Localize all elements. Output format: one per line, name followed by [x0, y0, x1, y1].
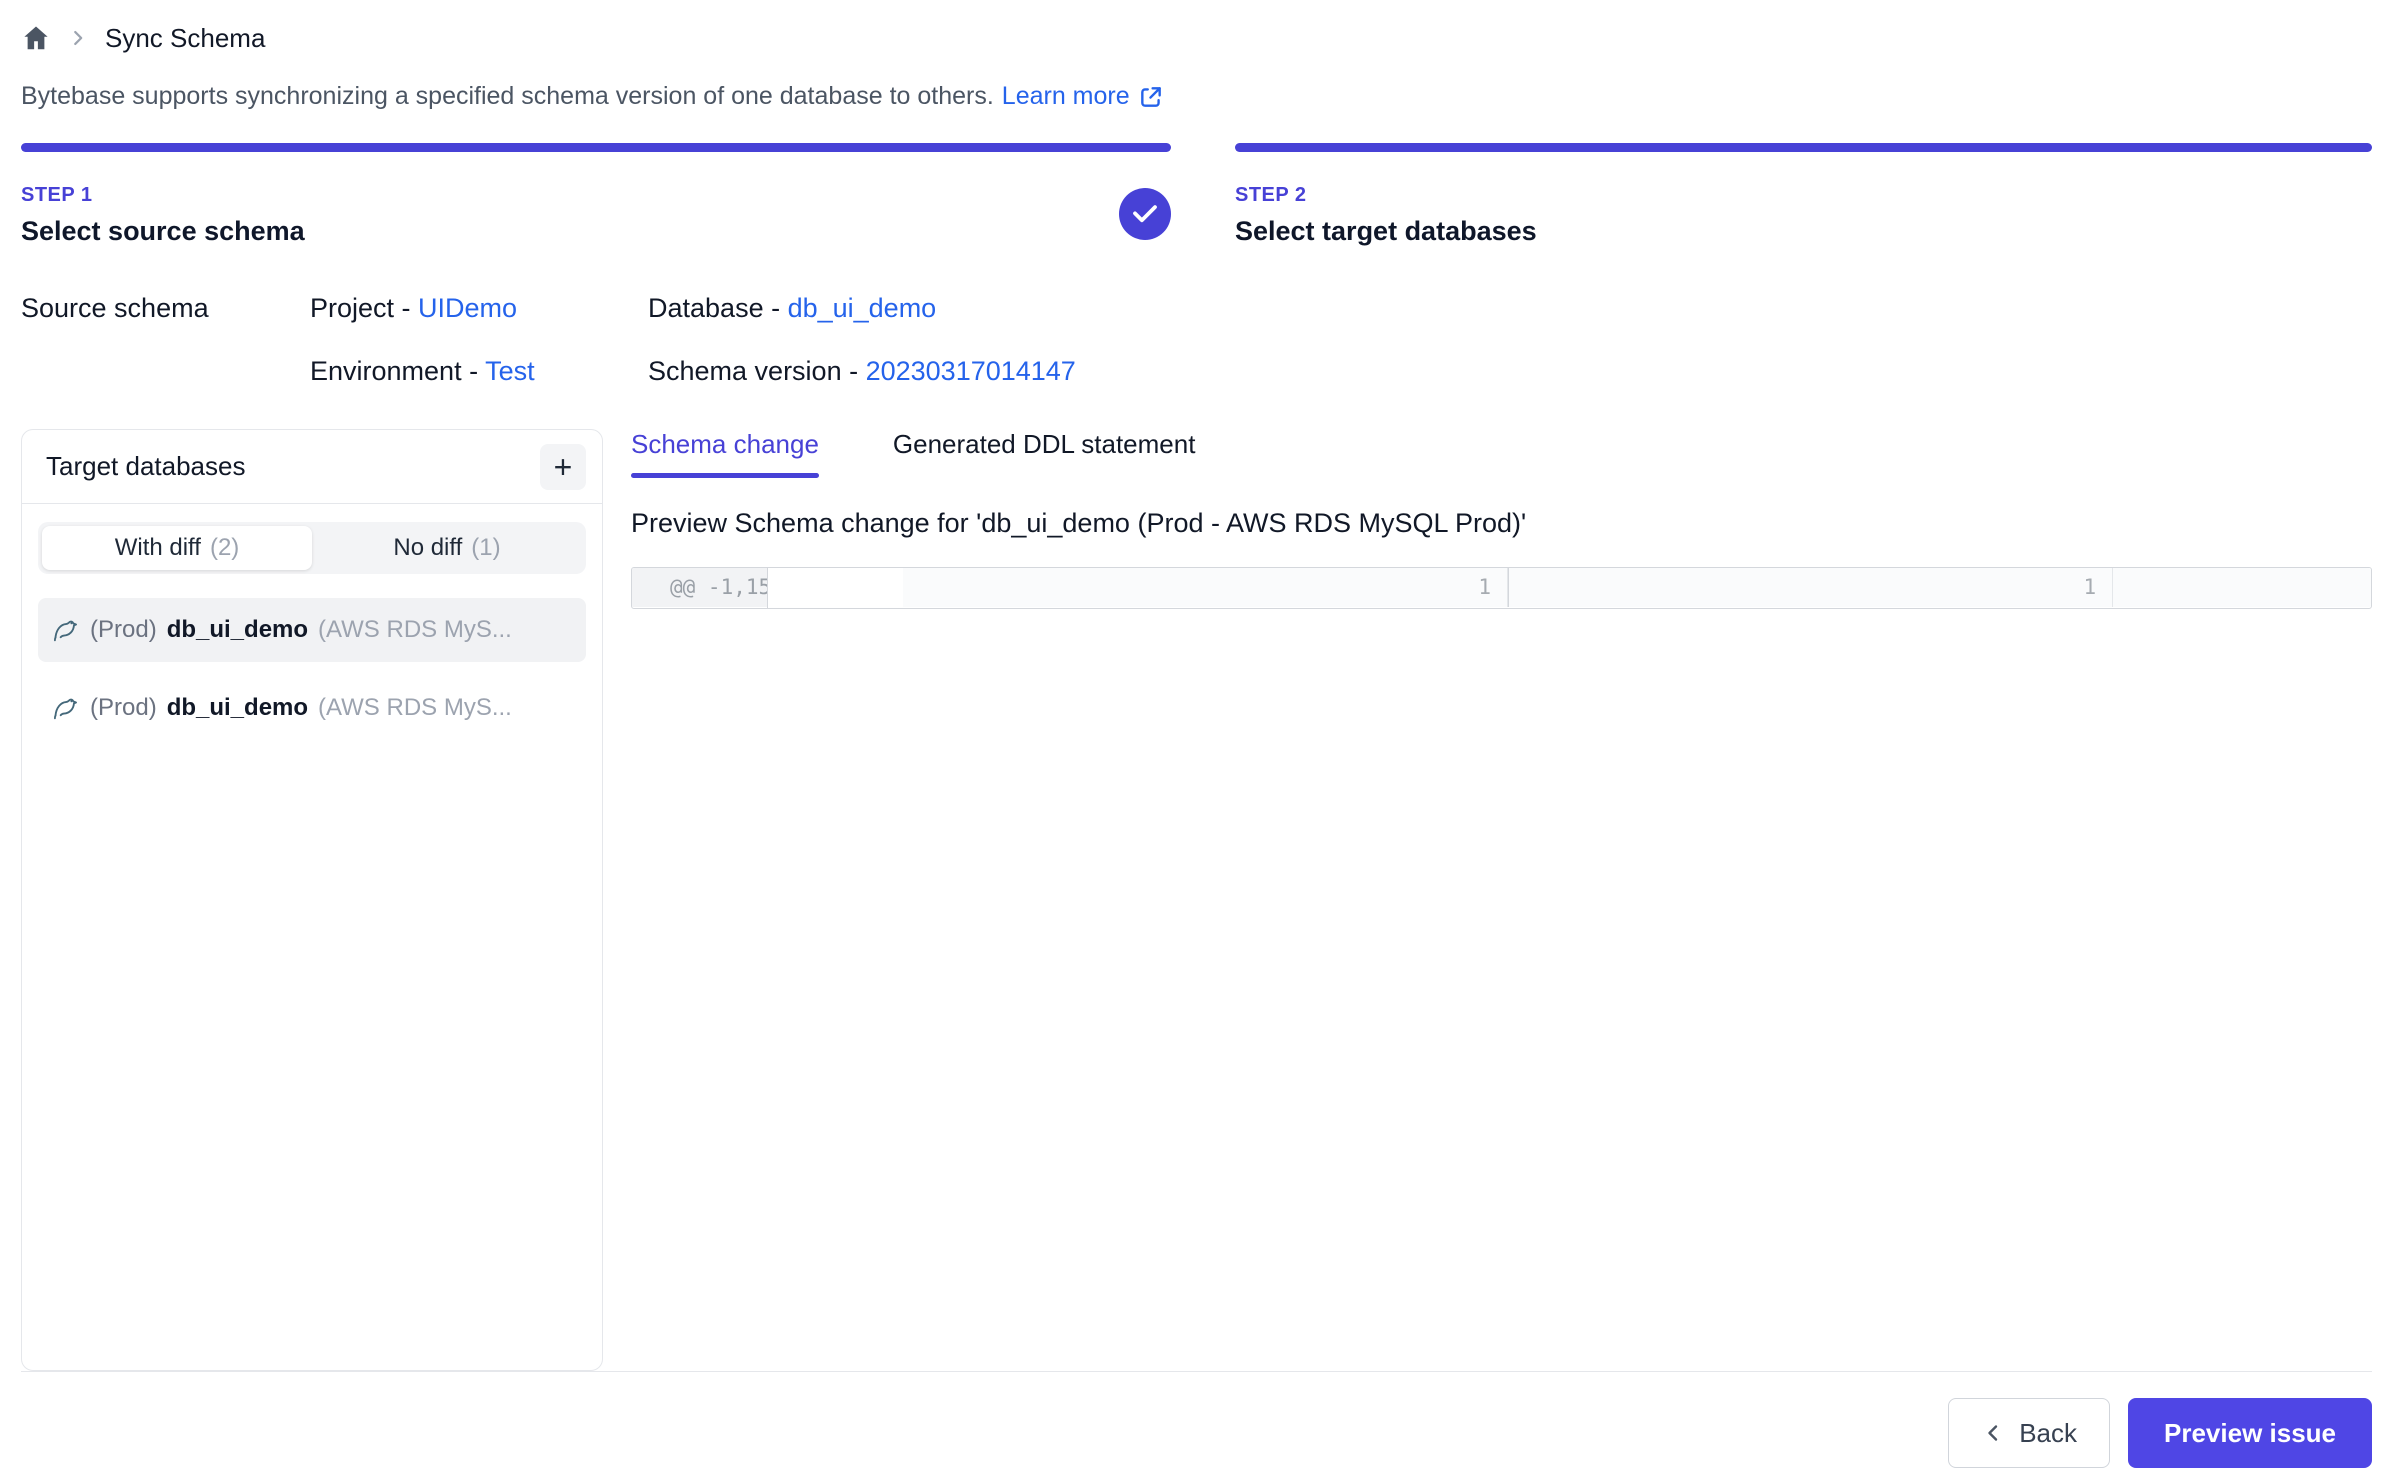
preview-title: Preview Schema change for 'db_ui_demo (P… [631, 508, 2372, 539]
page-title: Sync Schema [105, 23, 265, 54]
database-link[interactable]: db_ui_demo [788, 293, 937, 323]
database-list-item[interactable]: (Prod) db_ui_demo (AWS RDS MyS... [38, 676, 586, 740]
footer-actions: Back Preview issue [21, 1398, 2372, 1468]
target-databases-header: Target databases + [22, 430, 602, 504]
external-link-icon [1138, 84, 1164, 110]
source-field-environment: Environment - Test [310, 356, 648, 387]
diff-row: 1SET @OLD_UNIQUE_CHECKS=@@UNIQUE_CHECKS,… [903, 568, 2113, 607]
step-2-label: STEP 2 [1235, 184, 2372, 207]
content-tabs: Schema change Generated DDL statement [631, 429, 2372, 478]
database-instance: (AWS RDS MyS... [318, 694, 572, 722]
database-name: db_ui_demo [167, 694, 308, 722]
page-description: Bytebase supports synchronizing a specif… [21, 82, 2372, 111]
chevron-right-icon [67, 27, 89, 49]
schema-diff-table[interactable]: @@ -1,15 +1,27 @@ 1SET @OLD_UNIQUE_CHECKS… [631, 567, 2372, 609]
diff-pane-l: 2SET @OLD_FOREIGN_KEY_CHECKS=@@FOREIGN_K… [2113, 568, 2372, 607]
breadcrumb: Sync Schema [21, 16, 2372, 60]
schema-version-link[interactable]: 20230317014147 [866, 356, 1076, 386]
tab-with-diff[interactable]: With diff (2) [42, 526, 312, 570]
database-environment: (Prod) [90, 694, 157, 722]
sync-schema-page: Sync Schema Bytebase supports synchroniz… [0, 0, 2396, 1468]
diff-hunk-header: @@ -1,15 +1,27 @@ [632, 568, 903, 608]
step-2-title: Select target databases [1235, 216, 2372, 247]
tab-no-diff[interactable]: No diff (1) [312, 526, 582, 570]
chevron-left-icon [1981, 1421, 2005, 1445]
diff-code-cell: SET @OLD_UNIQUE_CHECKS=@@UNIQUE_CHECKS, … [1509, 607, 2113, 609]
diff-pane-l: @@ -1,15 +1,27 @@ [632, 568, 767, 608]
diff-filter-tabs: With diff (2) No diff (1) [38, 522, 586, 574]
home-icon[interactable] [21, 23, 51, 53]
step-2: STEP 2 Select target databases [1235, 143, 2372, 247]
tab-generated-ddl[interactable]: Generated DDL statement [893, 429, 1196, 478]
source-field-database: Database - db_ui_demo [648, 293, 2372, 324]
diff-line-number: 1 [1509, 568, 2113, 607]
database-instance: (AWS RDS MyS... [318, 616, 572, 644]
diff-pane-r: 1SET @OLD_UNIQUE_CHECKS=@@UNIQUE_CHECKS,… [1508, 568, 2113, 607]
diff-code-cell: SET @OLD_UNIQUE_CHECKS=@@UNIQUE_CHECKS, … [903, 607, 1508, 609]
diff-pane-r [767, 568, 902, 608]
source-field-project: Project - UIDemo [310, 293, 648, 324]
description-text: Bytebase supports synchronizing a specif… [21, 82, 994, 111]
database-environment: (Prod) [90, 616, 157, 644]
preview-issue-button[interactable]: Preview issue [2128, 1398, 2372, 1468]
footer-divider [21, 1371, 2372, 1372]
diff-line-number: 2 [2113, 568, 2372, 607]
tab-schema-change[interactable]: Schema change [631, 429, 819, 478]
step-1-completed-badge [1119, 188, 1171, 240]
diff-line-number: 1 [903, 568, 1508, 607]
step-1: STEP 1 Select source schema [21, 143, 1171, 247]
database-name: db_ui_demo [167, 616, 308, 644]
target-databases-panel: Target databases + With diff (2) No diff… [21, 429, 603, 1371]
diff-code-cell: @@ -1,15 +1,27 @@ [632, 568, 767, 607]
step-1-label: STEP 1 [21, 184, 1171, 207]
diff-row: 2SET @OLD_FOREIGN_KEY_CHECKS=@@FOREIGN_K… [2113, 568, 2372, 607]
environment-link[interactable]: Test [485, 356, 535, 386]
database-list-item[interactable]: (Prod) db_ui_demo (AWS RDS MyS... [38, 598, 586, 662]
source-field-schema-version: Schema version - 20230317014147 [648, 356, 2372, 387]
diff-code-cell: SET @OLD_FOREIGN_KEY_CHECKS=@@FOREIGN_KE… [2113, 607, 2372, 609]
source-schema-summary: Source schema Project - UIDemo Database … [21, 293, 2372, 387]
wizard-steps: STEP 1 Select source schema STEP 2 Selec… [21, 143, 2372, 247]
source-schema-label: Source schema [21, 293, 310, 324]
mysql-icon [52, 616, 80, 644]
check-icon [1130, 199, 1160, 229]
learn-more-link[interactable]: Learn more [1002, 82, 1164, 111]
step-1-progress-bar [21, 143, 1171, 152]
mysql-icon [52, 694, 80, 722]
diff-pane-l: 1SET @OLD_UNIQUE_CHECKS=@@UNIQUE_CHECKS,… [903, 568, 1508, 607]
back-button[interactable]: Back [1948, 1398, 2110, 1468]
database-list: (Prod) db_ui_demo (AWS RDS MyS... (Prod)… [38, 598, 586, 740]
add-database-button[interactable]: + [540, 444, 586, 490]
step-1-title: Select source schema [21, 216, 1171, 247]
target-databases-title: Target databases [46, 451, 245, 482]
schema-change-content: Schema change Generated DDL statement Pr… [631, 429, 2372, 609]
project-link[interactable]: UIDemo [418, 293, 517, 323]
step-2-progress-bar [1235, 143, 2372, 152]
